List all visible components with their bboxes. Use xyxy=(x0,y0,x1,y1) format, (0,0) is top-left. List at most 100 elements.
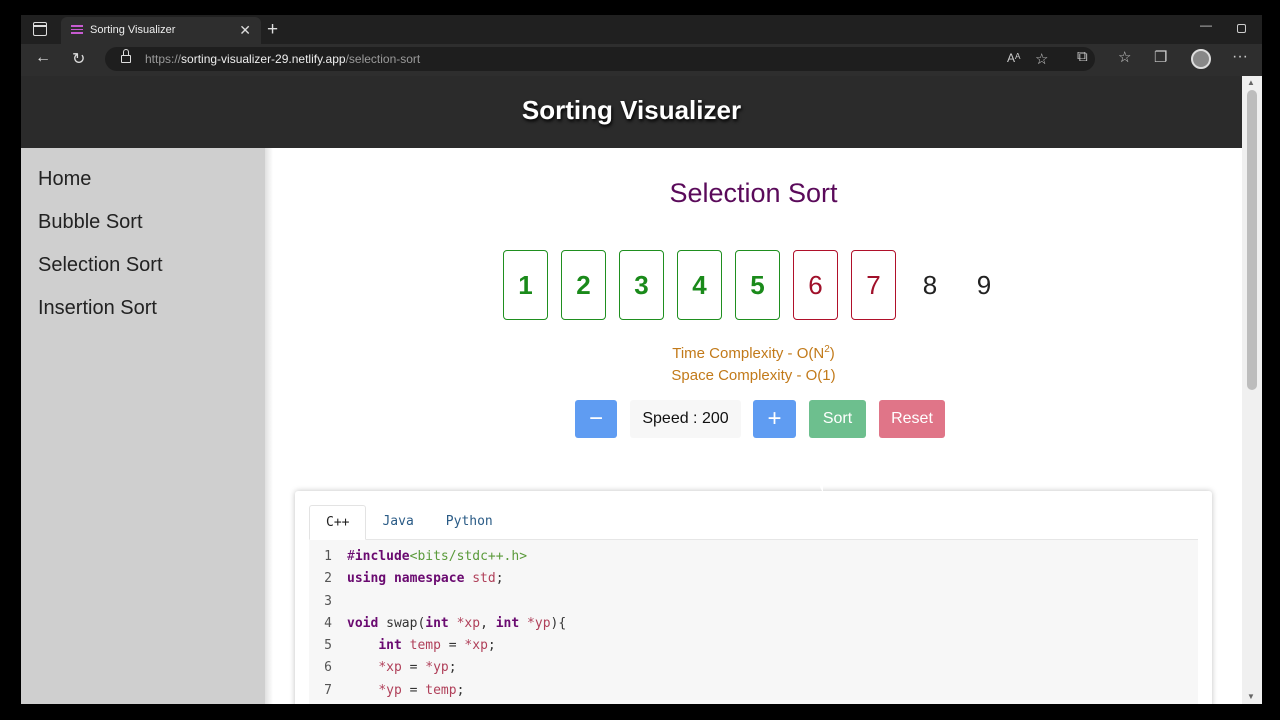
tab-python[interactable]: Python xyxy=(430,505,509,539)
refresh-icon[interactable]: ↻ xyxy=(72,49,85,69)
code-token: ; xyxy=(495,571,504,587)
sidebar-item-selection-sort[interactable]: Selection Sort xyxy=(38,244,265,287)
line-number: 2 xyxy=(324,571,332,587)
code-token: *xp xyxy=(378,660,402,676)
array-element: 1 xyxy=(503,250,548,320)
url-text: https://sorting-visualizer-29.netlify.ap… xyxy=(145,52,421,66)
code-token: = xyxy=(440,638,465,654)
browser-tab[interactable]: Sorting Visualizer ✕ xyxy=(61,17,261,44)
time-complexity: Time Complexity - O(N2) xyxy=(672,344,835,362)
decrease-speed-button[interactable]: − xyxy=(575,400,617,438)
code-line: 1 #include<bits/stdc++.h> xyxy=(309,546,1198,568)
space-complexity: Space Complexity - O(1) xyxy=(671,367,836,384)
profile-avatar[interactable] xyxy=(1191,49,1211,69)
tab-java[interactable]: Java xyxy=(366,505,429,539)
favicon-icon xyxy=(71,25,83,35)
code-token: int xyxy=(425,615,449,631)
collections-icon[interactable]: ❐ xyxy=(1154,48,1167,66)
code-token: int xyxy=(378,638,402,654)
extensions-icon[interactable]: ⧉ xyxy=(1077,48,1088,65)
reset-button[interactable]: Reset xyxy=(879,400,945,438)
new-tab-icon[interactable]: + xyxy=(267,17,278,42)
scrollbar[interactable]: ▲ ▼ xyxy=(1242,76,1262,704)
code-token: = xyxy=(401,682,426,698)
page-header: Sorting Visualizer xyxy=(21,76,1242,148)
page-title: Selection Sort xyxy=(669,178,838,208)
speed-display: Speed : 200 xyxy=(630,400,741,438)
code-token: include xyxy=(354,549,410,564)
scroll-up-icon[interactable]: ▲ xyxy=(1247,78,1255,87)
code-token: ; xyxy=(448,660,457,676)
mouse-cursor-icon xyxy=(817,481,823,493)
array-element: 4 xyxy=(677,250,722,320)
line-number: 5 xyxy=(324,638,332,654)
line-number: 3 xyxy=(324,593,332,609)
code-token: using namespace xyxy=(347,571,465,587)
favorites-icon[interactable]: ☆ xyxy=(1118,48,1131,66)
code-token: int xyxy=(495,615,520,631)
read-aloud-icon[interactable]: Aᴬ xyxy=(1007,51,1020,65)
code-token: *yp xyxy=(527,615,551,631)
code-token: # xyxy=(347,549,355,564)
sort-button[interactable]: Sort xyxy=(809,400,866,438)
array-element: 9 xyxy=(976,269,992,300)
code-token: *xp xyxy=(464,638,488,654)
line-number: 6 xyxy=(324,660,332,676)
line-number: 7 xyxy=(324,682,332,698)
array-element: 5 xyxy=(735,250,780,320)
address-bar[interactable]: https://sorting-visualizer-29.netlify.ap… xyxy=(105,47,1095,71)
language-tabs: C++ Java Python xyxy=(309,505,1198,540)
code-token: , xyxy=(480,615,496,631)
tab-actions-icon[interactable] xyxy=(33,22,47,36)
code-token: ; xyxy=(487,638,496,654)
sidebar: Home Bubble Sort Selection Sort Insertio… xyxy=(21,148,265,704)
code-line: 6 *xp = *yp; xyxy=(309,657,1198,679)
sidebar-item-insertion-sort[interactable]: Insertion Sort xyxy=(38,287,265,330)
code-token: = xyxy=(401,660,426,676)
code-panel: C++ Java Python 1 #include<bits/stdc++.h>… xyxy=(295,491,1212,704)
sidebar-item-home[interactable]: Home xyxy=(38,158,265,201)
code-token: temp xyxy=(409,638,441,654)
code-token: temp xyxy=(425,682,457,698)
scroll-down-icon[interactable]: ▼ xyxy=(1247,692,1255,701)
line-number: 4 xyxy=(324,615,332,631)
code-line: 7 *yp = temp; xyxy=(309,680,1198,702)
main-content: Selection Sort 123456789 Time Complexity… xyxy=(265,148,1242,704)
scrollbar-thumb[interactable] xyxy=(1247,90,1257,390)
code-block: 1 #include<bits/stdc++.h> 2 using namespace… xyxy=(309,540,1198,704)
close-tab-icon[interactable]: ✕ xyxy=(239,17,251,44)
back-icon[interactable]: ← xyxy=(35,49,51,67)
code-line: 4 void swap(int *xp, int *yp){ xyxy=(309,613,1198,635)
favorite-add-icon[interactable]: ☆ xyxy=(1035,50,1048,68)
web-page: Sorting Visualizer Home Bubble Sort Sele… xyxy=(21,76,1242,704)
maximize-icon[interactable] xyxy=(1237,24,1246,33)
code-token: *xp xyxy=(456,615,481,631)
sidebar-item-bubble-sort[interactable]: Bubble Sort xyxy=(38,201,265,244)
code-token: void xyxy=(347,615,379,631)
lock-icon xyxy=(121,49,131,63)
tab-title: Sorting Visualizer xyxy=(90,24,176,36)
browser-window: Sorting Visualizer ✕ + — ← ↻ https://sor… xyxy=(21,15,1262,704)
array-element: 7 xyxy=(851,250,896,320)
address-row: ← ↻ https://sorting-visualizer-29.netlif… xyxy=(21,44,1262,76)
tab-bar: Sorting Visualizer ✕ + — xyxy=(21,15,1262,44)
code-line: 2 using namespace std; xyxy=(309,568,1198,590)
minimize-icon[interactable]: — xyxy=(1200,18,1212,32)
code-token: *yp xyxy=(378,682,402,698)
code-token: ; xyxy=(456,682,465,698)
array-element: 2 xyxy=(561,250,606,320)
more-icon[interactable]: ··· xyxy=(1232,48,1248,66)
tab-cpp[interactable]: C++ xyxy=(309,505,367,540)
array-element: 3 xyxy=(619,250,664,320)
array-visualizer: 12345678 9 xyxy=(503,250,1017,320)
code-token: std xyxy=(464,571,496,587)
array-element: 8 xyxy=(922,269,938,300)
code-token: swap( xyxy=(378,615,426,631)
increase-speed-button[interactable]: + xyxy=(753,400,796,438)
